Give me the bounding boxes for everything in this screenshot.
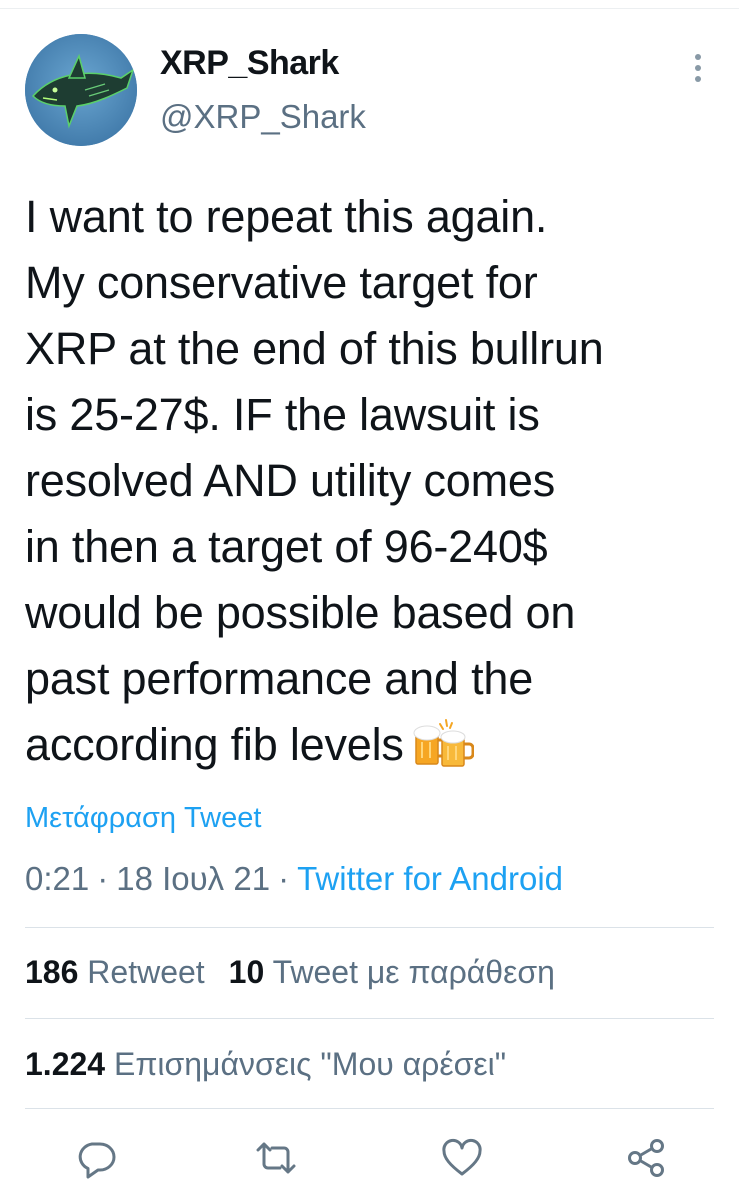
- tweet-line: I want to repeat this again.: [25, 191, 548, 242]
- retweets-label: Retweet: [87, 954, 205, 990]
- tweet-time: 0:21: [25, 860, 90, 897]
- shark-avatar-icon: [25, 34, 137, 146]
- divider: [25, 927, 714, 928]
- translate-tweet-link[interactable]: Μετάφραση Tweet: [25, 802, 261, 835]
- avatar[interactable]: [25, 34, 137, 146]
- divider: [25, 1108, 714, 1109]
- tweet-line: past performance and the: [25, 653, 534, 704]
- tweet-line: is 25-27$. IF the lawsuit is: [25, 389, 540, 440]
- tweet-line: would be possible based on: [25, 587, 576, 638]
- tweet-line: according fib levels: [25, 719, 404, 770]
- tweet-line-last: according fib levels: [25, 712, 725, 778]
- likes-stat[interactable]: 1.224 Επισημάνσεις "Μου αρέσει": [25, 1046, 506, 1083]
- like-icon[interactable]: [440, 1136, 484, 1180]
- stats-row-retweets: 186 Retweet 10 Tweet με παράθεση: [25, 954, 555, 991]
- retweets-count: 186: [25, 954, 79, 990]
- likes-count: 1.224: [25, 1046, 106, 1082]
- share-icon[interactable]: [624, 1136, 668, 1180]
- top-divider: [0, 8, 739, 9]
- stats-row-likes: 1.224 Επισημάνσεις "Μου αρέσει": [25, 1046, 506, 1083]
- reply-icon[interactable]: [74, 1136, 118, 1180]
- retweet-icon[interactable]: [254, 1136, 298, 1180]
- quotes-stat[interactable]: 10 Tweet με παράθεση: [229, 954, 555, 991]
- retweets-stat[interactable]: 186 Retweet: [25, 954, 205, 991]
- tweet-actions-bar: [0, 1128, 739, 1188]
- tweet-line: in then a target of 96-240$: [25, 521, 548, 572]
- tweet-text: I want to repeat this again. My conserva…: [25, 184, 725, 778]
- author-display-name[interactable]: XRP_Shark: [160, 44, 339, 83]
- likes-label: Επισημάνσεις "Μου αρέσει": [113, 1046, 507, 1082]
- quotes-label: Tweet με παράθεση: [272, 954, 555, 990]
- author-handle[interactable]: @XRP_Shark: [160, 98, 366, 136]
- divider: [25, 1018, 714, 1019]
- tweet-line: My conservative target for: [25, 257, 538, 308]
- tweet-line: XRP at the end of this bullrun: [25, 323, 604, 374]
- tweet-date: 18 Ιουλ 21: [116, 860, 271, 897]
- more-vertical-icon[interactable]: [684, 52, 712, 86]
- meta-separator: ·: [278, 860, 290, 897]
- tweet-source-link[interactable]: Twitter for Android: [297, 860, 563, 897]
- quotes-count: 10: [228, 954, 265, 990]
- beer-mugs-icon: [412, 718, 475, 768]
- meta-separator: ·: [97, 860, 109, 897]
- tweet-meta: 0:21 · 18 Ιουλ 21 · Twitter for Android: [25, 860, 563, 898]
- tweet-line: resolved AND utility comes: [25, 455, 555, 506]
